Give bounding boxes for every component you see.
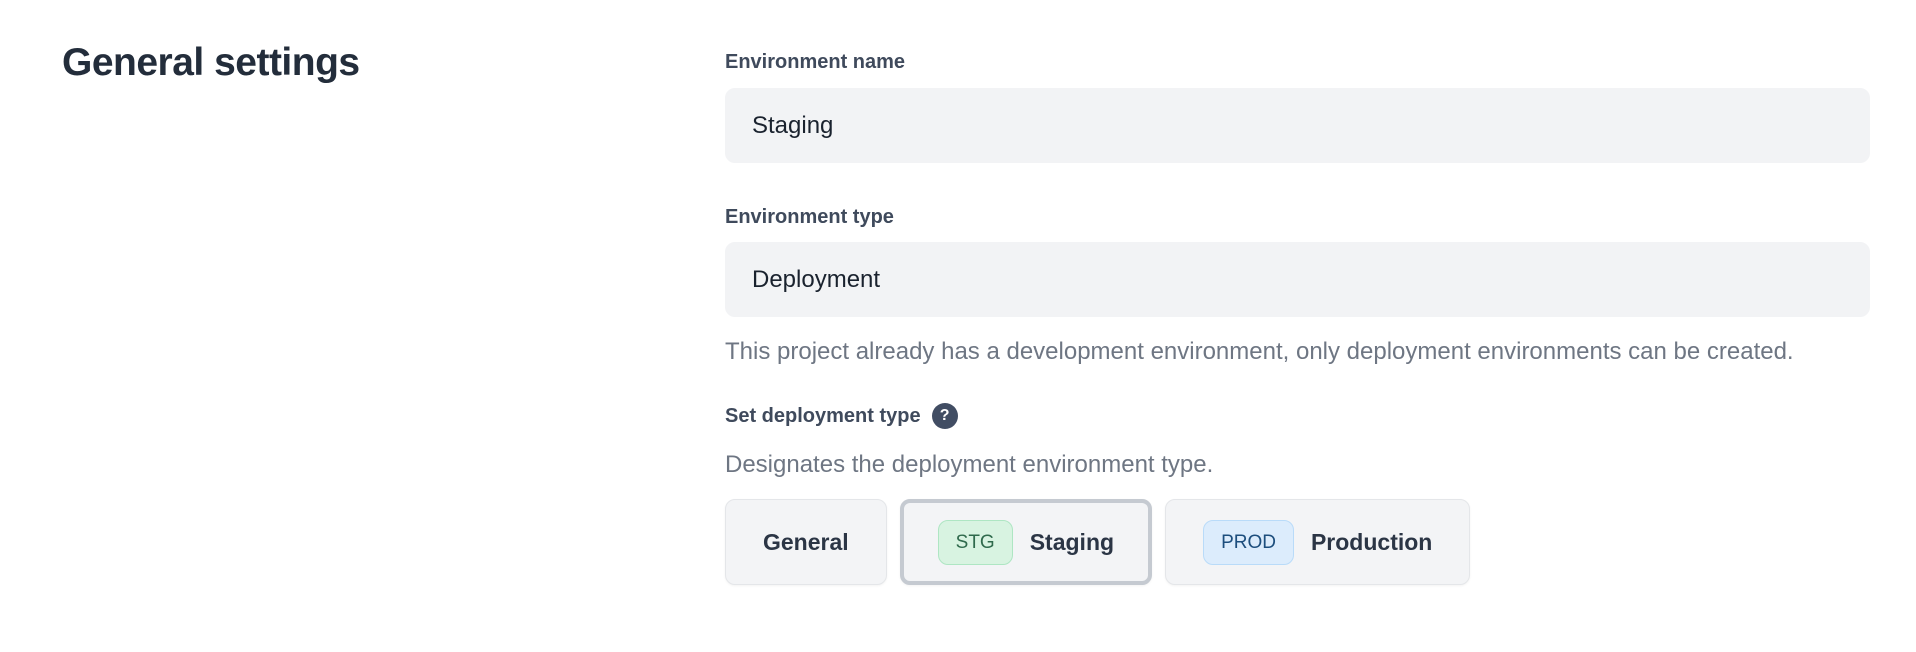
deployment-type-option-production-label: Production (1311, 529, 1432, 556)
environment-name-input[interactable] (725, 88, 1870, 163)
deployment-type-option-staging-label: Staging (1030, 529, 1114, 556)
deployment-type-options: General STG Staging PROD Production (725, 499, 1870, 585)
staging-badge: STG (938, 520, 1013, 565)
deployment-type-option-production[interactable]: PROD Production (1165, 499, 1470, 585)
deployment-type-option-general-label: General (763, 529, 849, 556)
environment-type-label: Environment type (725, 205, 1870, 229)
deployment-type-label: Set deployment type (725, 404, 921, 428)
environment-settings-form: Environment name Environment type This p… (725, 36, 1870, 585)
deployment-type-option-staging[interactable]: STG Staging (900, 499, 1152, 585)
production-badge: PROD (1203, 520, 1294, 565)
environment-type-helper-text: This project already has a development e… (725, 333, 1825, 370)
deployment-type-description: Designates the deployment environment ty… (725, 450, 1870, 480)
title-column: General settings (62, 36, 725, 585)
page-title: General settings (62, 41, 725, 85)
environment-name-label: Environment name (725, 50, 1870, 74)
question-mark-icon[interactable]: ? (932, 403, 958, 429)
environment-type-input[interactable] (725, 242, 1870, 317)
deployment-type-label-row: Set deployment type ? (725, 403, 1870, 429)
general-settings-page: General settings Environment name Enviro… (0, 0, 1916, 585)
deployment-type-option-general[interactable]: General (725, 499, 887, 585)
